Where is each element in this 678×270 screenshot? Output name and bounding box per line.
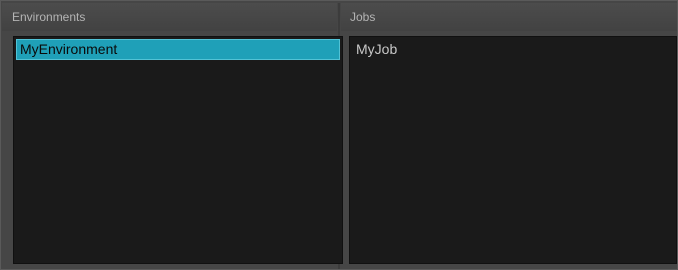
jobs-header: Jobs — [341, 3, 677, 31]
jobs-list[interactable]: MyJob — [349, 36, 677, 264]
environment-list-item[interactable]: MyEnvironment — [16, 39, 340, 60]
job-list-item[interactable]: MyJob — [352, 39, 674, 60]
environments-jobs-panel: Environments Jobs MyEnvironment MyJob — [0, 0, 678, 270]
environments-header: Environments — [2, 3, 337, 31]
environments-list[interactable]: MyEnvironment — [13, 36, 343, 264]
